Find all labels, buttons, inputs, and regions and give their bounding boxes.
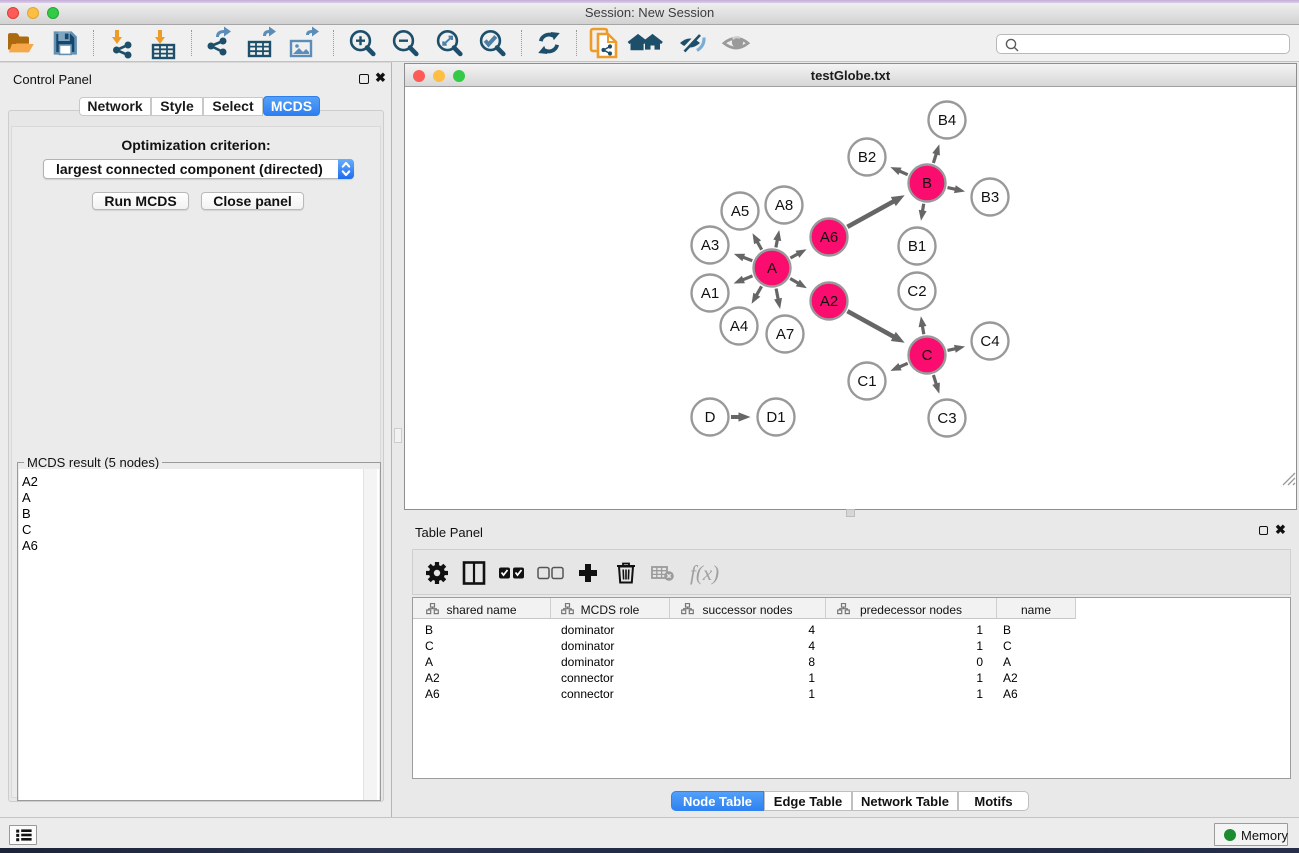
svg-text:D1: D1	[766, 409, 785, 426]
svg-text:A: A	[767, 260, 777, 277]
svg-text:f(x): f(x)	[690, 561, 719, 585]
svg-text:A3: A3	[701, 237, 719, 254]
svg-text:B3: B3	[981, 189, 999, 206]
svg-text:A7: A7	[776, 326, 794, 343]
svg-text:B1: B1	[908, 238, 926, 255]
svg-text:B4: B4	[938, 112, 956, 129]
svg-text:A1: A1	[701, 285, 719, 302]
svg-text:B: B	[922, 175, 932, 192]
svg-text:A5: A5	[731, 203, 749, 220]
svg-text:A8: A8	[775, 197, 793, 214]
svg-text:C: C	[922, 347, 933, 364]
svg-text:A4: A4	[730, 318, 748, 335]
svg-text:C2: C2	[907, 283, 926, 300]
svg-text:C4: C4	[980, 333, 999, 350]
svg-text:C3: C3	[937, 410, 956, 427]
svg-text:C1: C1	[857, 373, 876, 390]
svg-text:A2: A2	[820, 293, 838, 310]
svg-text:B2: B2	[858, 149, 876, 166]
svg-text:A6: A6	[820, 229, 838, 246]
svg-text:D: D	[705, 409, 716, 426]
